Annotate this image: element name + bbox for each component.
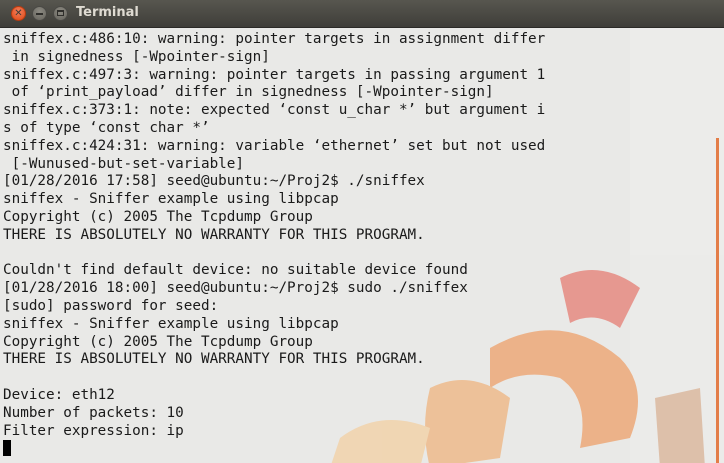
text-cursor bbox=[3, 440, 11, 457]
close-icon: ✕ bbox=[14, 8, 23, 19]
terminal-line: sniffex.c:424:31: warning: variable ‘eth… bbox=[3, 137, 546, 154]
minimize-button[interactable] bbox=[32, 6, 47, 21]
terminal-line: [01/28/2016 17:58] seed@ubuntu:~/Proj2$ … bbox=[3, 173, 425, 190]
terminal-line: Copyright (c) 2005 The Tcpdump Group bbox=[3, 333, 313, 350]
terminal-line: sniffex - Sniffer example using libpcap bbox=[3, 315, 339, 332]
terminal-line: sniffex.c:486:10: warning: pointer targe… bbox=[3, 31, 546, 47]
terminal-line: [01/28/2016 18:00] seed@ubuntu:~/Proj2$ … bbox=[3, 280, 468, 297]
terminal-line: in signedness [-Wpointer-sign] bbox=[3, 48, 270, 65]
terminal-line: sniffex.c:373:1: note: expected ‘const u… bbox=[3, 102, 546, 119]
terminal-line: Couldn't find default device: no suitabl… bbox=[3, 262, 468, 279]
terminal-area[interactable]: sniffex.c:486:10: warning: pointer targe… bbox=[0, 28, 724, 463]
title-bar[interactable]: ✕ Terminal bbox=[0, 0, 724, 28]
maximize-icon bbox=[57, 10, 64, 16]
terminal-line: sniffex.c:497:3: warning: pointer target… bbox=[3, 66, 546, 83]
terminal-output: sniffex.c:486:10: warning: pointer targe… bbox=[3, 31, 545, 458]
terminal-window: ✕ Terminal sniffex.c:486:10: warning: po… bbox=[0, 0, 724, 463]
terminal-line: Device: eth12 bbox=[3, 386, 115, 403]
minimize-icon bbox=[36, 13, 43, 15]
terminal-line: [-Wunused-but-set-variable] bbox=[3, 155, 245, 172]
terminal-line: Copyright (c) 2005 The Tcpdump Group bbox=[3, 208, 313, 225]
maximize-button[interactable] bbox=[53, 6, 68, 21]
close-button[interactable]: ✕ bbox=[11, 6, 26, 21]
terminal-line: [sudo] password for seed: bbox=[3, 297, 219, 314]
terminal-line: Number of packets: 10 bbox=[3, 404, 184, 421]
window-title: Terminal bbox=[76, 5, 139, 20]
terminal-line: of ‘print_payload’ differ in signedness … bbox=[3, 84, 494, 101]
terminal-line: THERE IS ABSOLUTELY NO WARRANTY FOR THIS… bbox=[3, 351, 425, 368]
terminal-line: s of type ‘const char *’ bbox=[3, 119, 210, 136]
terminal-prompt-line bbox=[3, 440, 545, 458]
terminal-line: Filter expression: ip bbox=[3, 422, 184, 439]
terminal-line: sniffex - Sniffer example using libpcap bbox=[3, 191, 339, 208]
terminal-line: THERE IS ABSOLUTELY NO WARRANTY FOR THIS… bbox=[3, 226, 425, 243]
